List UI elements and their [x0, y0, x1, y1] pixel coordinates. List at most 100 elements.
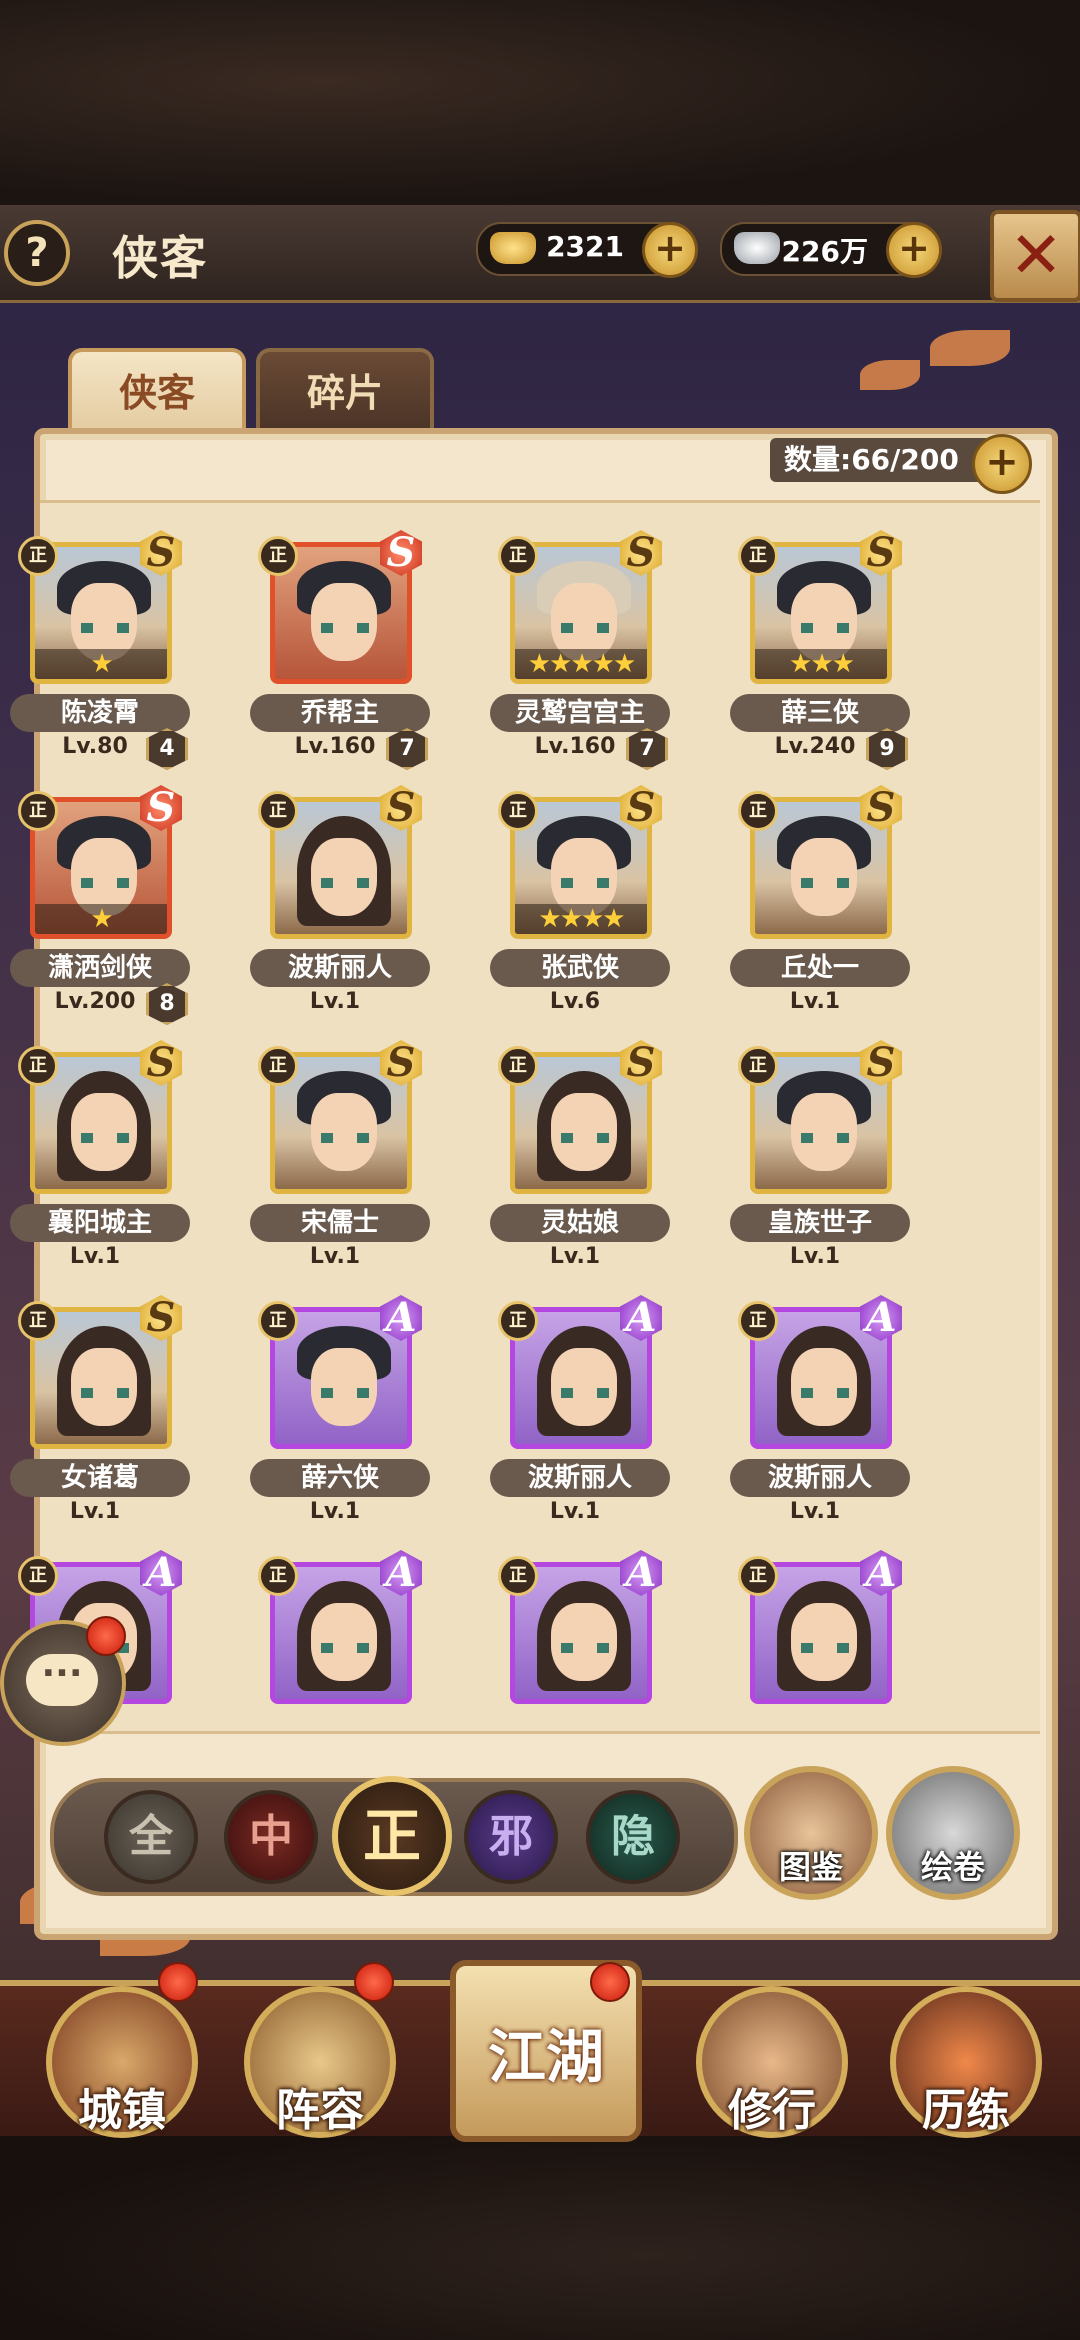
- hero-card[interactable]: 正 A 薛六侠 Lv.1: [250, 1295, 430, 1537]
- close-button[interactable]: ✕: [990, 210, 1080, 302]
- hero-face: [791, 1603, 857, 1681]
- nav-lineup-label: 阵容: [276, 2085, 364, 2136]
- star-rating: ★★★: [755, 649, 887, 679]
- help-button[interactable]: ?: [4, 220, 70, 286]
- star-rating: ★★★★★: [515, 649, 647, 679]
- breakthrough-count: 8: [146, 983, 188, 1025]
- hero-card[interactable]: 正 S 灵姑娘 Lv.1: [490, 1040, 670, 1282]
- hero-eyes: [321, 623, 369, 633]
- faction-badge: 正: [498, 791, 538, 831]
- filter-hidden[interactable]: 隐: [586, 1790, 680, 1884]
- hero-eyes: [801, 1643, 849, 1653]
- hero-eyes: [81, 1388, 129, 1398]
- hero-card[interactable]: 正 A 波斯丽人 Lv.1: [490, 1295, 670, 1537]
- hero-face: [551, 1603, 617, 1681]
- star-rating: ★: [35, 649, 167, 679]
- hero-level: Lv.240: [774, 734, 856, 759]
- hero-face: [71, 1348, 137, 1426]
- hero-eyes: [561, 878, 609, 888]
- hero-face: [791, 1348, 857, 1426]
- star-rating: ★★★★: [515, 904, 647, 934]
- hero-face: [311, 583, 377, 661]
- gold-amount: 2321: [546, 230, 624, 263]
- faction-badge: 正: [18, 536, 58, 576]
- hero-grid: ★ 正 S 陈凌霄 Lv.80 4 正 S 乔帮主 Lv.160 7 ★★★★★ 正 S 灵鹫宫宫主 Lv.1…: [0, 530, 1080, 1725]
- nav-trials[interactable]: 历练: [890, 1986, 1042, 2138]
- hero-level: Lv.1: [789, 1244, 841, 1269]
- faction-badge: 正: [738, 791, 778, 831]
- tab-fragments[interactable]: 碎片: [256, 348, 434, 434]
- hero-face: [311, 1603, 377, 1681]
- hero-eyes: [801, 878, 849, 888]
- hero-level: Lv.1: [789, 989, 841, 1014]
- hero-name: 乔帮主: [250, 694, 430, 732]
- hero-card[interactable]: ★★★★★ 正 S 灵鹫宫宫主 Lv.160 7: [490, 530, 670, 772]
- hero-name: 襄阳城主: [10, 1204, 190, 1242]
- hero-level: Lv.1: [309, 1244, 361, 1269]
- faction-badge: 正: [18, 791, 58, 831]
- expand-capacity-button[interactable]: +: [972, 434, 1032, 494]
- faction-badge: 正: [18, 1556, 58, 1596]
- filter-righteous[interactable]: 正: [332, 1776, 452, 1896]
- hero-name: 薛三侠: [730, 694, 910, 732]
- hero-eyes: [801, 1388, 849, 1398]
- faction-badge: 正: [258, 1556, 298, 1596]
- scroll-gallery-button[interactable]: 绘卷: [886, 1766, 1020, 1900]
- hero-name: 潇洒剑侠: [10, 949, 190, 987]
- hero-card[interactable]: ★★★ 正 S 薛三侠 Lv.240 9: [730, 530, 910, 772]
- hero-eyes: [321, 878, 369, 888]
- hero-eyes: [81, 623, 129, 633]
- hero-card[interactable]: 正 S 襄阳城主 Lv.1: [10, 1040, 190, 1282]
- faction-badge: 正: [498, 1046, 538, 1086]
- hero-card[interactable]: 正A: [730, 1550, 902, 1725]
- silver-ingot-icon: [734, 232, 780, 264]
- filter-evil[interactable]: 邪: [464, 1790, 558, 1884]
- nav-town-label: 城镇: [78, 2085, 166, 2136]
- hero-level: Lv.1: [309, 1499, 361, 1524]
- hero-card[interactable]: 正A: [250, 1550, 422, 1725]
- codex-button[interactable]: 图鉴: [744, 1766, 878, 1900]
- hero-card[interactable]: 正 S 波斯丽人 Lv.1: [250, 785, 430, 1027]
- hero-eyes: [321, 1388, 369, 1398]
- breakthrough-count: 9: [866, 728, 908, 770]
- hero-card[interactable]: 正A: [490, 1550, 662, 1725]
- breakthrough-count: 7: [626, 728, 668, 770]
- hero-card[interactable]: 正 S 宋儒士 Lv.1: [250, 1040, 430, 1282]
- faction-badge: 正: [258, 791, 298, 831]
- hero-card[interactable]: ★ 正 S 潇洒剑侠 Lv.200 8: [10, 785, 190, 1027]
- hero-eyes: [321, 1133, 369, 1143]
- add-silver-button[interactable]: +: [886, 222, 942, 278]
- hero-card[interactable]: 正 A 波斯丽人 Lv.1: [730, 1295, 910, 1537]
- faction-badge: 正: [258, 1301, 298, 1341]
- hero-face: [311, 838, 377, 916]
- hero-face: [311, 1093, 377, 1171]
- nav-practice[interactable]: 修行: [696, 1986, 848, 2138]
- hero-card[interactable]: 正 S 皇族世子 Lv.1: [730, 1040, 910, 1282]
- hero-level: Lv.1: [69, 1499, 121, 1524]
- hero-face: [791, 838, 857, 916]
- hero-card[interactable]: ★ 正 S 陈凌霄 Lv.80 4: [10, 530, 190, 772]
- filter-all[interactable]: 全: [104, 1790, 198, 1884]
- page-title: 侠客: [112, 231, 208, 285]
- nav-lineup[interactable]: 阵容: [244, 1986, 396, 2138]
- tab-heroes[interactable]: 侠客: [68, 348, 246, 434]
- hero-card[interactable]: 正 S 乔帮主 Lv.160 7: [250, 530, 430, 772]
- hero-level: Lv.160: [534, 734, 616, 759]
- star-rating: ★: [35, 904, 167, 934]
- faction-badge: 正: [738, 1301, 778, 1341]
- nav-town[interactable]: 城镇: [46, 1986, 198, 2138]
- hero-card[interactable]: 正 S 女诸葛 Lv.1: [10, 1295, 190, 1537]
- hero-name: 波斯丽人: [730, 1459, 910, 1497]
- hero-eyes: [801, 623, 849, 633]
- breakthrough-count: 7: [386, 728, 428, 770]
- add-gold-button[interactable]: +: [642, 222, 698, 278]
- scroll-gallery-label: 绘卷: [920, 1848, 985, 1886]
- hero-card[interactable]: 正 S 丘处一 Lv.1: [730, 785, 910, 1027]
- maple-leaf-decoration: [860, 360, 920, 390]
- hero-card[interactable]: ★★★★ 正 S 张武侠 Lv.6: [490, 785, 670, 1027]
- filter-neutral[interactable]: 中: [224, 1790, 318, 1884]
- notification-dot: [86, 1616, 126, 1656]
- hero-name: 女诸葛: [10, 1459, 190, 1497]
- hero-eyes: [81, 1133, 129, 1143]
- hero-name: 灵鹫宫宫主: [490, 694, 670, 732]
